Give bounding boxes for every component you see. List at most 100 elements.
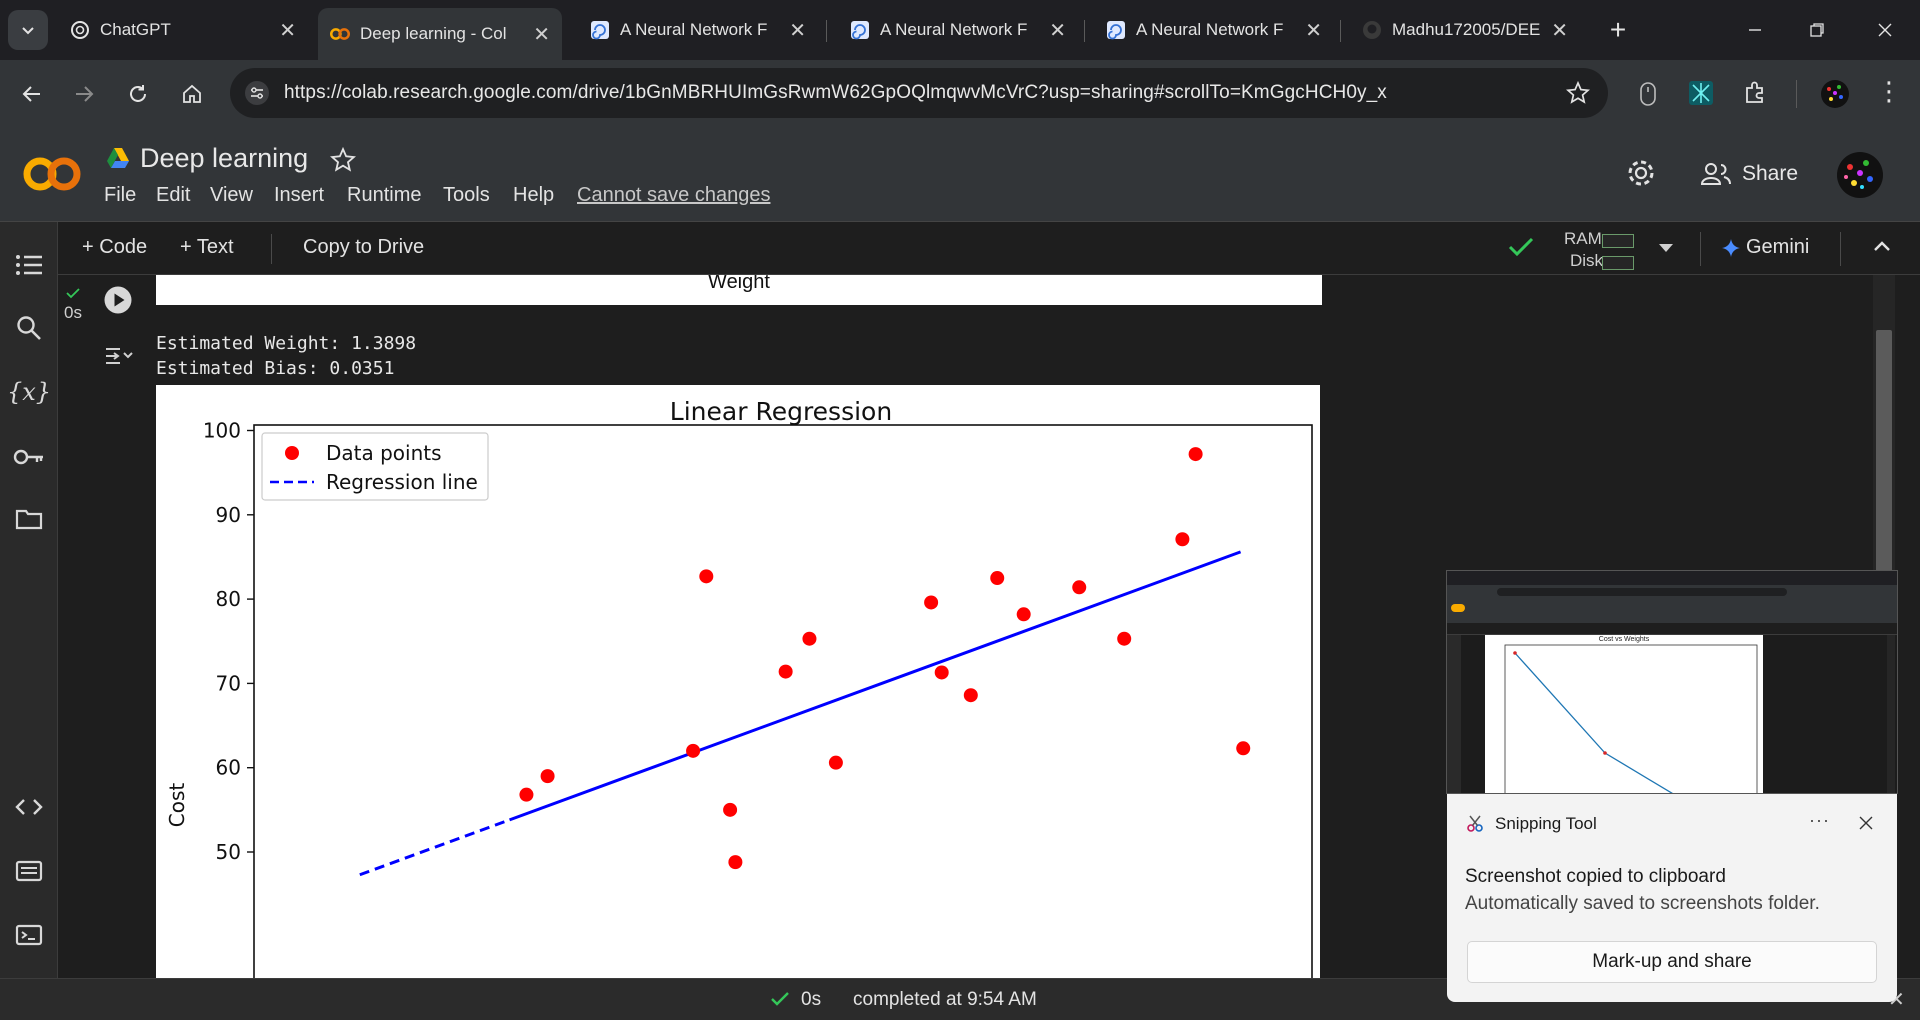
account-avatar[interactable] bbox=[1836, 151, 1884, 199]
thumb-url-pill bbox=[1497, 588, 1787, 596]
folder-icon[interactable] bbox=[12, 502, 46, 536]
menu-edit[interactable]: Edit bbox=[156, 184, 190, 207]
extensions-puzzle-icon[interactable] bbox=[1742, 80, 1768, 106]
legend-label-regression-line: Regression line bbox=[326, 470, 478, 494]
previous-plot-bottom: Weight bbox=[156, 275, 1322, 305]
variables-icon[interactable]: {x} bbox=[7, 375, 51, 409]
browser-tab-active[interactable]: Deep learning - Col ✕ bbox=[318, 8, 562, 60]
bookmark-star-icon[interactable] bbox=[1566, 81, 1590, 105]
close-icon[interactable] bbox=[1859, 816, 1873, 830]
data-point bbox=[728, 855, 743, 870]
menu-tools[interactable]: Tools bbox=[443, 184, 490, 207]
add-text-button[interactable]: + Text bbox=[180, 236, 234, 259]
browser-tab[interactable]: A Neural Network F ✕ bbox=[1094, 10, 1334, 50]
collapse-header-icon[interactable] bbox=[1872, 238, 1892, 254]
google-drive-icon[interactable] bbox=[106, 147, 130, 169]
reload-button[interactable] bbox=[120, 76, 156, 112]
address-bar[interactable]: https://colab.research.google.com/drive/… bbox=[230, 68, 1608, 118]
tab-title: A Neural Network F bbox=[620, 20, 768, 39]
share-button[interactable]: Share bbox=[1700, 157, 1798, 191]
browser-tab[interactable]: A Neural Network F ✕ bbox=[578, 10, 818, 50]
terminal-icon[interactable] bbox=[12, 918, 46, 952]
tab-separator bbox=[826, 20, 827, 42]
forward-button[interactable] bbox=[66, 76, 102, 112]
status-completed[interactable]: completed at 9:54 AM bbox=[853, 989, 1037, 1011]
close-icon[interactable]: ✕ bbox=[279, 18, 296, 43]
linear-regression-plot: Linear Regression Cost 100 90 80 70 60 50 Dat… bbox=[156, 385, 1320, 978]
site-info-icon[interactable] bbox=[244, 80, 270, 106]
browser-tab[interactable]: A Neural Network F ✕ bbox=[838, 10, 1078, 50]
minimize-button[interactable] bbox=[1735, 10, 1775, 50]
data-point bbox=[1016, 607, 1031, 622]
command-palette-icon[interactable] bbox=[12, 854, 46, 888]
close-icon[interactable]: ✕ bbox=[1049, 18, 1066, 43]
spiral-icon bbox=[1106, 20, 1126, 40]
mark-up-and-share-button[interactable]: Mark-up and share bbox=[1467, 941, 1877, 983]
new-tab-button[interactable]: + bbox=[1600, 12, 1636, 48]
home-button[interactable] bbox=[174, 76, 210, 112]
connected-check-icon bbox=[1508, 236, 1534, 258]
search-icon[interactable] bbox=[12, 311, 46, 345]
window-close-button[interactable] bbox=[1865, 10, 1905, 50]
restore-button[interactable] bbox=[1797, 10, 1837, 50]
extension-mouse-icon[interactable] bbox=[1638, 81, 1658, 107]
arrow-right-icon bbox=[73, 83, 95, 105]
share-label: Share bbox=[1742, 162, 1799, 185]
copy-to-drive-button[interactable]: Copy to Drive bbox=[303, 236, 424, 259]
table-of-contents-icon[interactable] bbox=[12, 248, 46, 282]
profile-avatar[interactable] bbox=[1820, 79, 1850, 109]
browser-tab[interactable]: Madhu172005/DEE ✕ bbox=[1350, 10, 1580, 50]
url-text: https://colab.research.google.com/drive/… bbox=[284, 82, 1387, 103]
browser-tab[interactable]: ChatGPT ✕ bbox=[58, 10, 308, 50]
add-code-button[interactable]: + Code bbox=[82, 236, 147, 259]
data-point bbox=[778, 664, 793, 679]
chatgpt-icon bbox=[70, 20, 90, 40]
spiral-icon bbox=[590, 20, 610, 40]
close-icon[interactable]: ✕ bbox=[1551, 18, 1568, 43]
ram-bar bbox=[1602, 234, 1634, 248]
notebook-title[interactable]: Deep learning bbox=[140, 143, 308, 174]
data-point bbox=[990, 571, 1005, 586]
output-actions-icon[interactable] bbox=[104, 343, 134, 369]
more-options-icon[interactable]: ··· bbox=[1809, 810, 1830, 831]
menu-insert[interactable]: Insert bbox=[274, 184, 324, 207]
browser-menu-icon[interactable]: ⋮ bbox=[1876, 76, 1902, 107]
cell-success-check-icon bbox=[66, 287, 80, 299]
data-point bbox=[1188, 447, 1203, 462]
settings-gear-icon[interactable] bbox=[1625, 157, 1657, 189]
data-point bbox=[963, 688, 978, 703]
menu-help[interactable]: Help bbox=[513, 184, 554, 207]
close-icon[interactable]: ✕ bbox=[533, 22, 550, 47]
tab-separator bbox=[1340, 20, 1341, 42]
close-icon[interactable]: ✕ bbox=[1305, 18, 1322, 43]
data-point bbox=[699, 569, 714, 584]
tab-search-button[interactable] bbox=[8, 10, 48, 50]
snip-preview-thumbnail[interactable]: Cost vs Weights bbox=[1446, 570, 1898, 794]
add-text-label: Text bbox=[196, 236, 234, 258]
menu-view[interactable]: View bbox=[210, 184, 253, 207]
data-point bbox=[1175, 532, 1190, 547]
data-point bbox=[686, 743, 701, 758]
y-tick-label: 80 bbox=[216, 587, 241, 611]
run-cell-button[interactable] bbox=[103, 285, 133, 315]
extension-teal-icon[interactable] bbox=[1688, 80, 1714, 106]
spiral-icon bbox=[850, 20, 870, 40]
chevron-down-icon[interactable] bbox=[1656, 240, 1676, 256]
star-icon[interactable] bbox=[330, 147, 356, 173]
left-sidebar: {x} bbox=[0, 222, 58, 978]
colab-logo[interactable] bbox=[20, 154, 84, 194]
menu-runtime[interactable]: Runtime bbox=[347, 184, 421, 207]
ram-label: RAM bbox=[1564, 229, 1602, 248]
close-icon[interactable]: ✕ bbox=[789, 18, 806, 43]
plus-icon: + bbox=[1609, 14, 1627, 45]
code-snippets-icon[interactable] bbox=[12, 790, 46, 824]
key-icon[interactable] bbox=[12, 440, 46, 474]
back-button[interactable] bbox=[14, 76, 50, 112]
resources-indicator[interactable]: RAM Disk bbox=[1548, 227, 1648, 271]
menu-file[interactable]: File bbox=[104, 184, 136, 207]
cannot-save-link[interactable]: Cannot save changes bbox=[577, 184, 770, 207]
chevron-down-icon bbox=[19, 21, 37, 39]
output-line-bias: Estimated Bias: 0.0351 bbox=[156, 358, 395, 379]
toolbar-separator bbox=[1700, 232, 1701, 266]
gemini-button[interactable]: Gemini bbox=[1722, 236, 1809, 259]
